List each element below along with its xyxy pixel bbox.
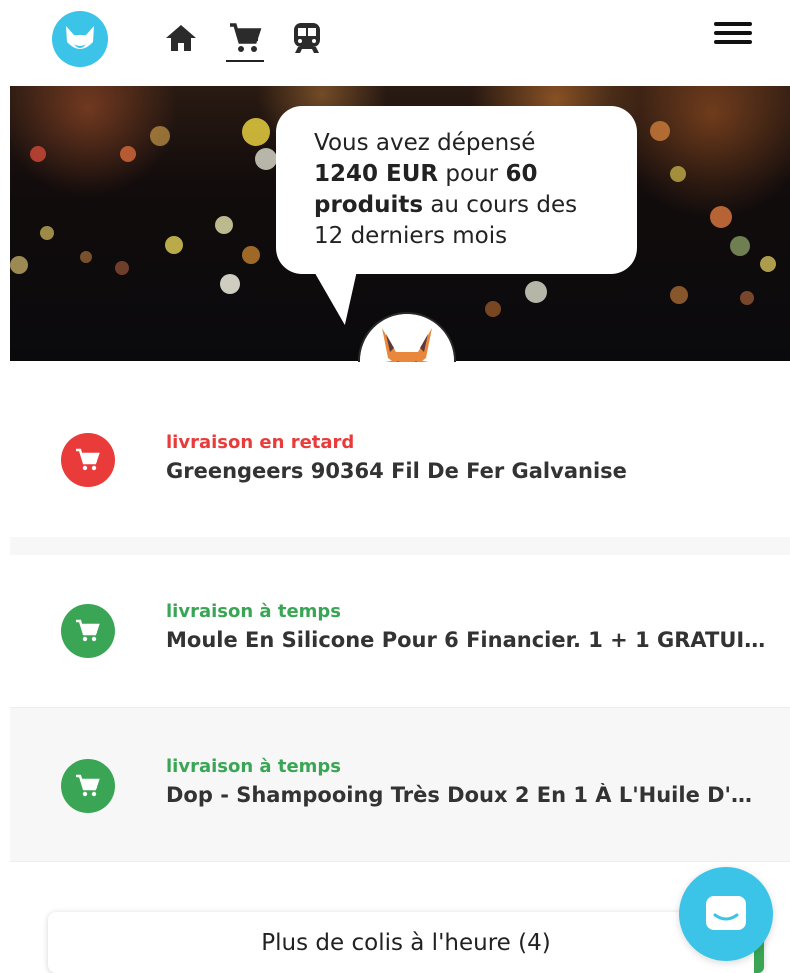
summary-period: 12 derniers mois: [314, 223, 508, 249]
cart-icon[interactable]: [226, 20, 264, 62]
summary-tail: au cours des: [423, 192, 578, 218]
chat-launcher-icon[interactable]: [679, 867, 773, 961]
more-parcels-button[interactable]: Plus de colis à l'heure (4): [48, 912, 764, 973]
summary-connector: pour: [438, 161, 506, 187]
cart-icon: [61, 433, 115, 487]
cart-icon: [61, 759, 115, 813]
parcel-title: Moule En Silicone Pour 6 Financier. 1 + …: [166, 628, 766, 652]
summary-count: 60: [505, 161, 538, 187]
active-tab-indicator: [226, 60, 264, 62]
parcel-row-ontime[interactable]: livraison à temps Dop - Shampooing Très …: [10, 708, 790, 862]
spending-summary-bubble: Vous avez dépensé 1240 EUR pour 60 produ…: [276, 106, 637, 274]
home-icon[interactable]: [163, 20, 199, 56]
cart-icon: [61, 604, 115, 658]
more-parcels-label: Plus de colis à l'heure (4): [261, 929, 551, 956]
summary-amount: 1240 EUR: [314, 161, 439, 187]
train-icon[interactable]: [289, 20, 325, 56]
top-navigation: [0, 0, 790, 86]
fox-logo-icon[interactable]: [52, 11, 108, 67]
parcel-title: Dop - Shampooing Très Doux 2 En 1 À L'Hu…: [166, 783, 766, 807]
bubble-tail: [313, 270, 367, 325]
parcel-row-late[interactable]: livraison en retard Greengeers 90364 Fil…: [10, 362, 790, 537]
summary-products: produits: [314, 192, 424, 218]
section-divider: [10, 537, 790, 555]
parcel-status: livraison en retard: [166, 432, 355, 453]
parcel-row-ontime[interactable]: livraison à temps Moule En Silicone Pour…: [10, 555, 790, 708]
summary-line1: Vous avez dépensé: [314, 130, 536, 156]
menu-icon[interactable]: [713, 19, 753, 47]
parcel-status: livraison à temps: [166, 601, 342, 622]
parcel-status: livraison à temps: [166, 756, 342, 777]
parcel-title: Greengeers 90364 Fil De Fer Galvanise: [166, 459, 627, 483]
